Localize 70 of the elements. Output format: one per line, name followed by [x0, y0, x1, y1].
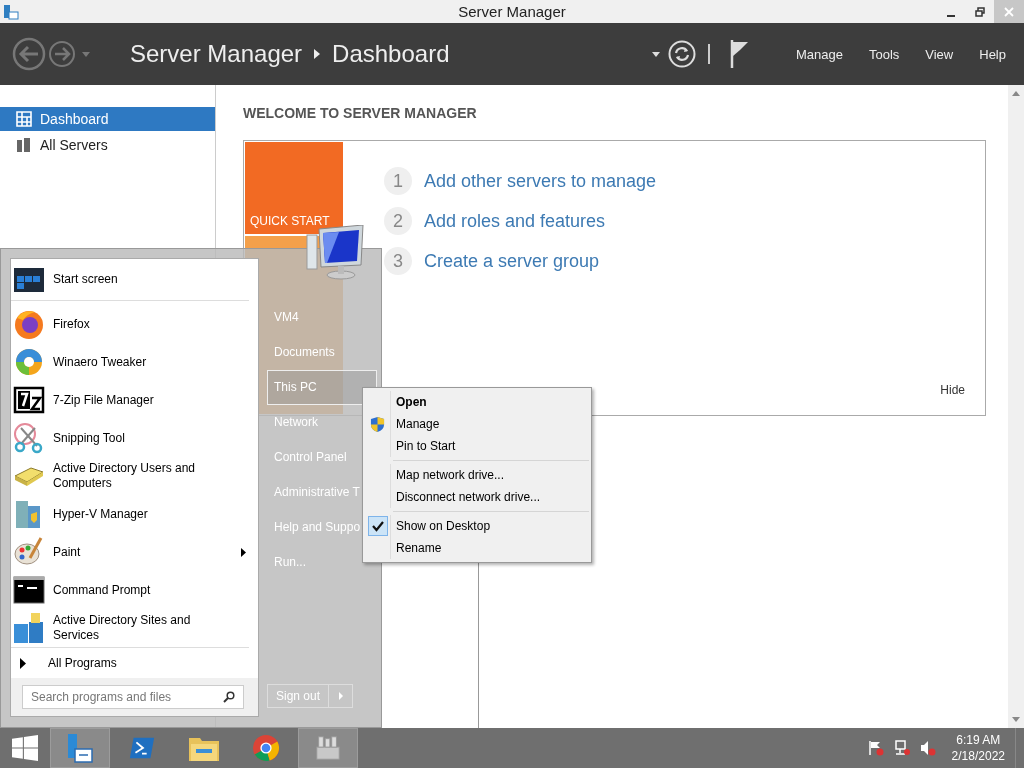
- servers-icon: [16, 137, 32, 153]
- step-number: 1: [384, 167, 412, 195]
- chrome-icon: [252, 734, 280, 762]
- clock-date[interactable]: 2/18/2022: [951, 748, 1005, 764]
- context-menu-item[interactable]: Show on Desktop: [365, 515, 589, 537]
- sidebar-item[interactable]: All Servers: [0, 133, 215, 157]
- dashboard-icon: [16, 111, 32, 127]
- context-menu-item[interactable]: Map network drive...: [365, 464, 589, 486]
- volume-mute-icon[interactable]: [919, 740, 936, 756]
- breadcrumb-root[interactable]: Server Manager: [130, 40, 303, 68]
- start-icon: [12, 735, 38, 761]
- caret-icon[interactable]: [651, 51, 660, 57]
- flag-icon[interactable]: [729, 40, 750, 68]
- program-item[interactable]: Paint: [11, 533, 258, 571]
- check-icon: [367, 516, 388, 536]
- program-item[interactable]: Start screen: [11, 259, 249, 301]
- flag-alert-icon[interactable]: [867, 740, 884, 756]
- scroll-down-icon[interactable]: [1012, 717, 1020, 722]
- search-field[interactable]: Search programs and files: [22, 685, 244, 709]
- archive-icon: [13, 384, 45, 416]
- terminal-icon: [13, 574, 45, 606]
- step-link[interactable]: Add other servers to manage: [424, 170, 657, 192]
- taskbar-button[interactable]: [298, 728, 358, 768]
- step-link[interactable]: Add roles and features: [424, 210, 606, 232]
- step-number: 2: [384, 207, 412, 235]
- restore-icon: [974, 6, 985, 17]
- search-icon: [223, 691, 235, 703]
- program-item[interactable]: Active Directory Sites and Services: [11, 609, 258, 647]
- hide-link[interactable]: Hide: [940, 383, 965, 397]
- program-item[interactable]: Firefox: [11, 305, 258, 343]
- close-icon: [1004, 6, 1014, 17]
- window-title: Server Manager: [457, 3, 567, 20]
- sidebar-item[interactable]: Dashboard: [0, 107, 215, 131]
- menu-item[interactable]: View: [925, 46, 954, 62]
- program-item[interactable]: Hyper-V Manager: [11, 495, 258, 533]
- browser-icon: [13, 308, 45, 340]
- swirl-icon: [13, 346, 45, 378]
- program-item[interactable]: Winaero Tweaker: [11, 343, 258, 381]
- context-menu-item[interactable]: Pin to Start: [365, 435, 589, 457]
- shield-icon: [370, 415, 385, 433]
- program-item[interactable]: 7-Zip File Manager: [11, 381, 258, 419]
- server-manager-icon: [65, 733, 95, 763]
- program-item[interactable]: Active Directory Users and Computers: [11, 457, 258, 495]
- menu-item[interactable]: Tools: [868, 46, 900, 62]
- network-icon[interactable]: [893, 740, 910, 756]
- taskbar-button[interactable]: [50, 728, 110, 768]
- minimize-icon: [946, 14, 955, 17]
- menu-item[interactable]: Manage: [795, 46, 843, 62]
- context-menu-item[interactable]: Rename: [365, 537, 589, 559]
- app-icon: [3, 3, 19, 20]
- scroll-up-icon[interactable]: [1012, 91, 1020, 96]
- section-heading: WELCOME TO SERVER MANAGER: [243, 105, 478, 121]
- palette-icon: [13, 536, 45, 568]
- clock-time[interactable]: 6:19 AM: [956, 732, 1001, 748]
- breadcrumb-page: Dashboard: [332, 40, 450, 68]
- refresh-icon[interactable]: [667, 40, 696, 68]
- expand-arrow-icon: [20, 657, 26, 669]
- step-link[interactable]: Create a server group: [424, 250, 600, 272]
- buildings-icon: [13, 612, 45, 644]
- step-number: 3: [384, 247, 412, 275]
- scrollbar[interactable]: [1008, 85, 1024, 728]
- context-menu-item[interactable]: Disconnect network drive...: [365, 486, 589, 508]
- tools-icon: [314, 734, 342, 762]
- program-item[interactable]: Command Prompt: [11, 571, 258, 609]
- menu-item[interactable]: Help: [979, 46, 1006, 62]
- program-item[interactable]: Snipping Tool: [11, 419, 258, 457]
- scissors-icon: [13, 422, 45, 454]
- caret-icon: [338, 692, 343, 700]
- context-menu-item[interactable]: Manage: [365, 413, 589, 435]
- breadcrumb-arrow-icon: [314, 49, 321, 59]
